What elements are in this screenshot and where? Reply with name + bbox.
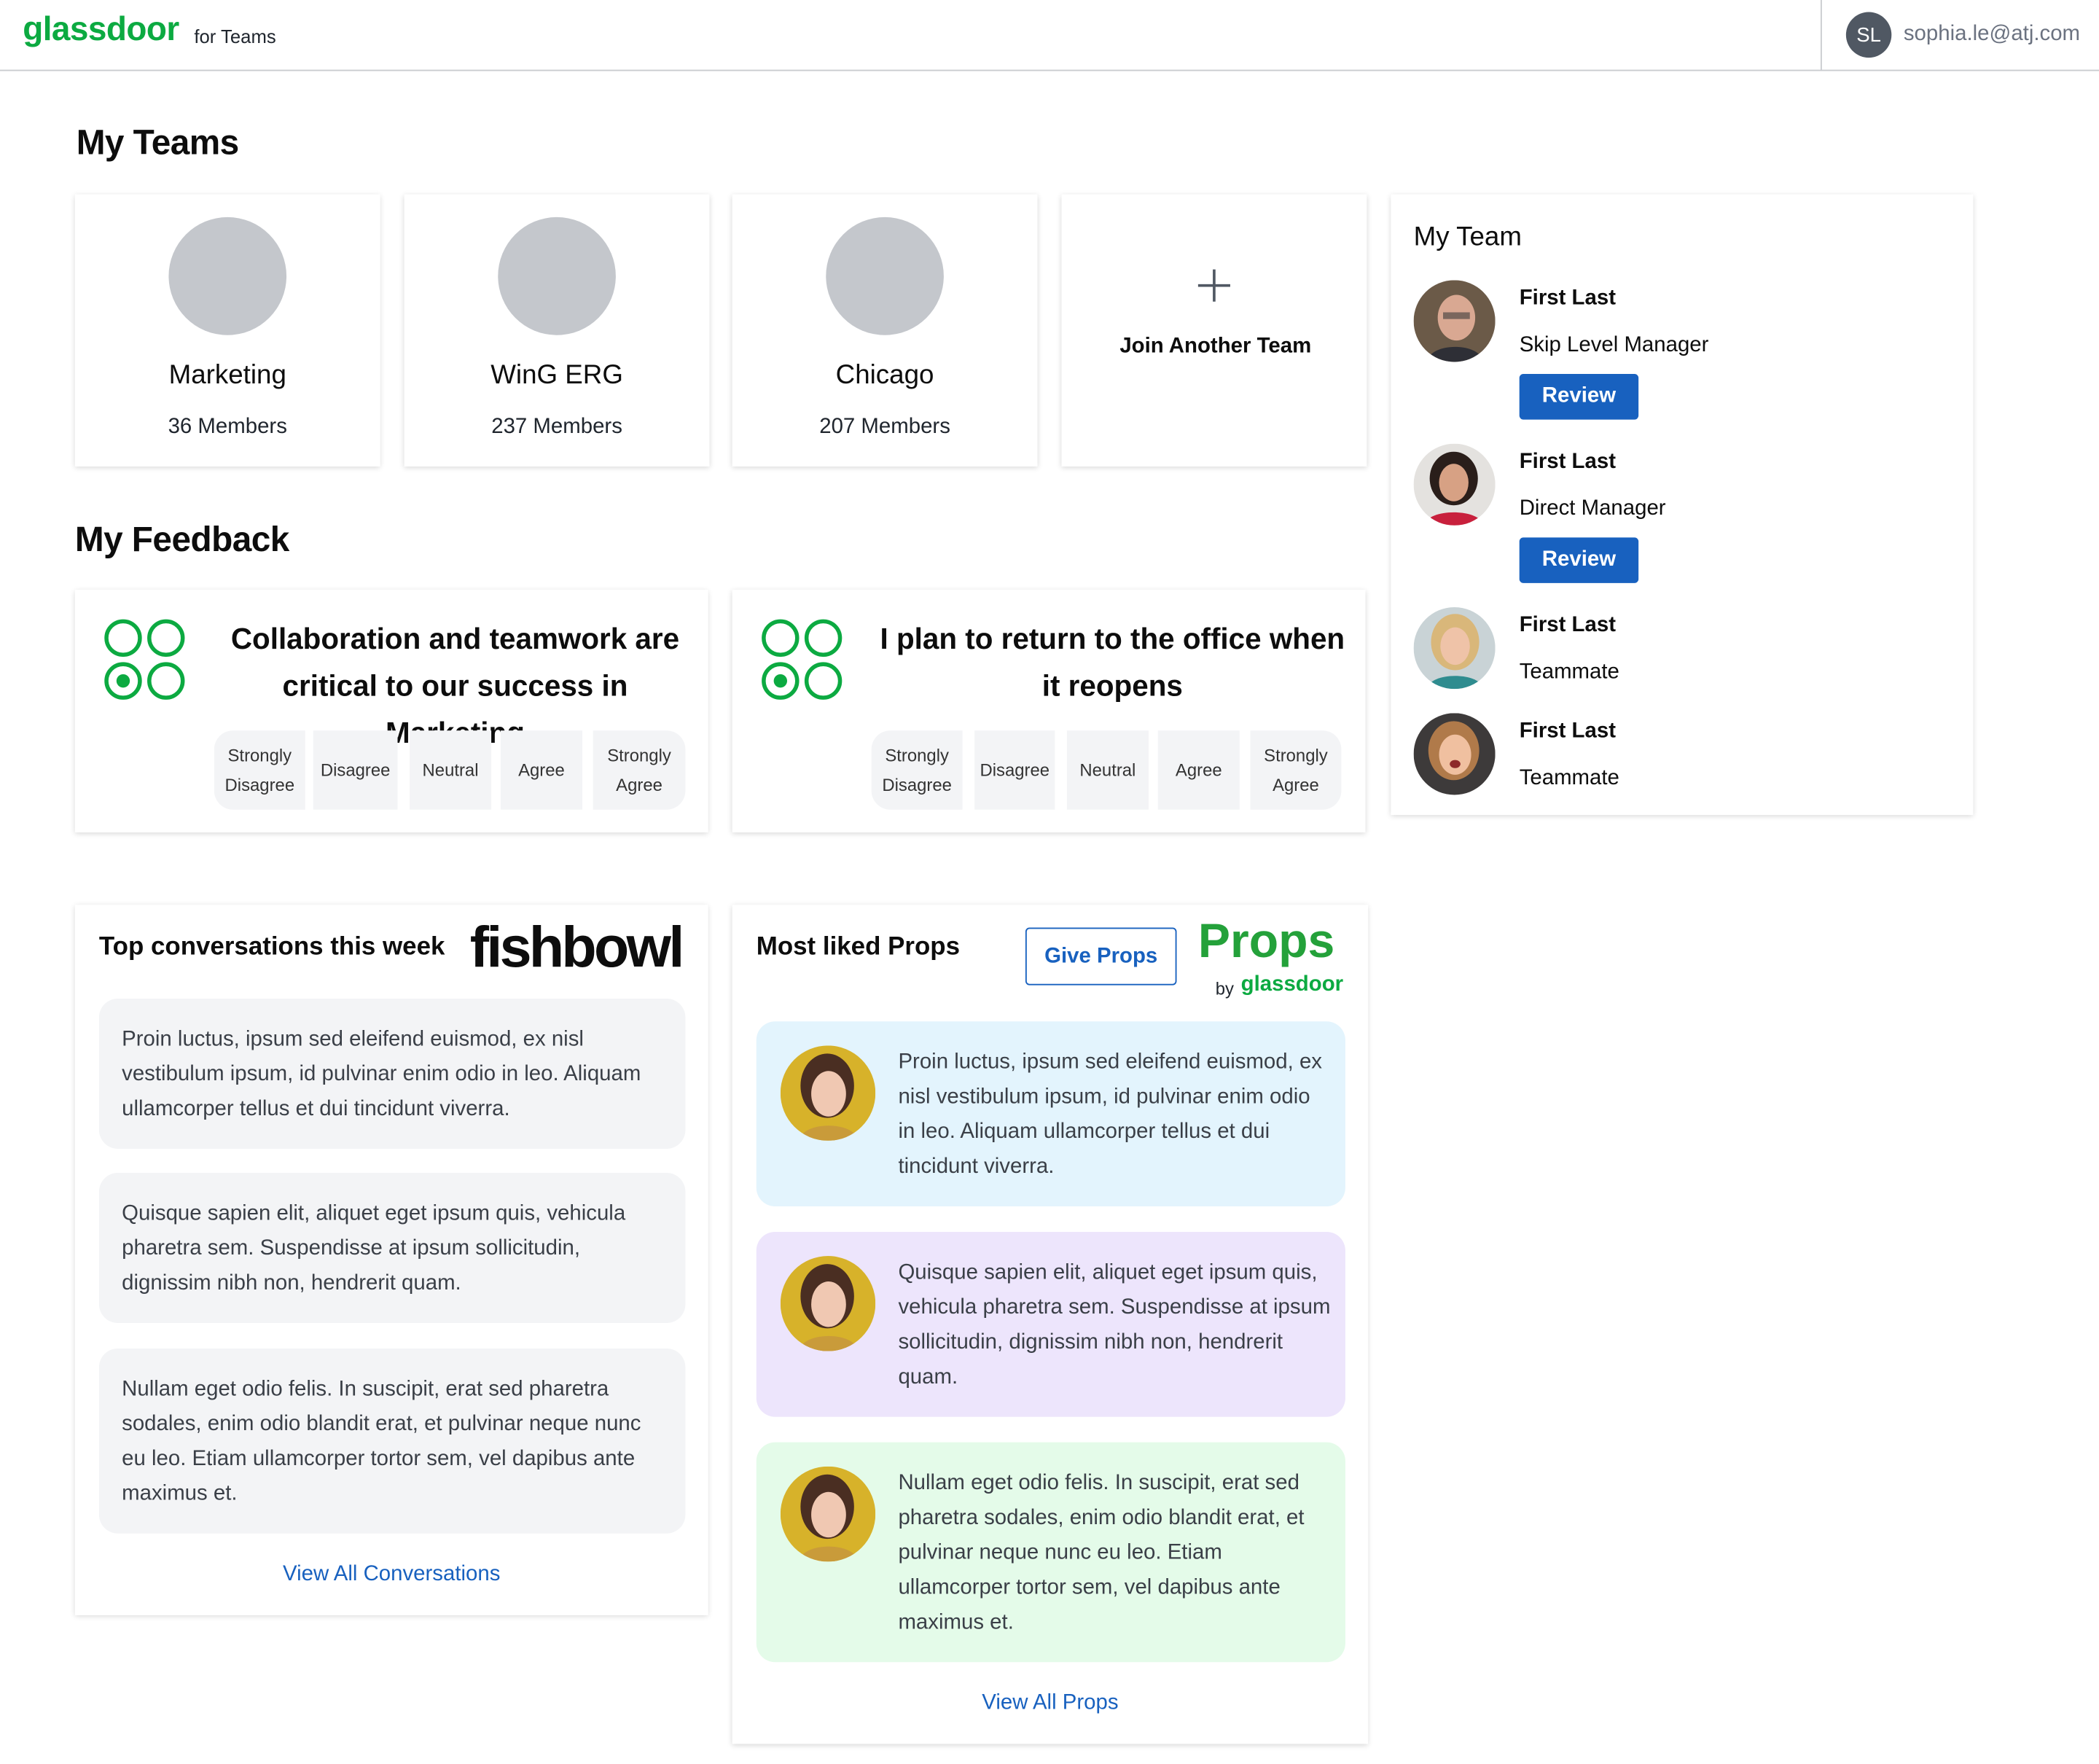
- team-avatar: [826, 216, 944, 335]
- prop-avatar: [780, 1045, 876, 1141]
- team-card-wing-erg[interactable]: WinG ERG 237 Members: [404, 194, 710, 467]
- team-avatar: [168, 216, 287, 335]
- option-neutral[interactable]: Neutral: [1066, 730, 1149, 810]
- team-member-count: 237 Members: [491, 415, 622, 439]
- option-strongly-agree[interactable]: Strongly Agree: [1250, 730, 1342, 810]
- user-email[interactable]: sophia.le@atj.com: [1904, 23, 2080, 47]
- props-glassdoor-label: glassdoor: [1240, 973, 1344, 996]
- review-button[interactable]: Review: [1519, 537, 1639, 583]
- top-bar: glassdoor for Teams SL sophia.le@atj.com: [0, 0, 2099, 71]
- team-avatar: [498, 216, 616, 335]
- prop-text: Quisque sapien elit, aliquet eget ipsum …: [898, 1261, 1331, 1389]
- option-strongly-disagree[interactable]: Strongly Disagree: [214, 730, 305, 810]
- conversation-item[interactable]: Proin luctus, ipsum sed eleifend euismod…: [98, 998, 686, 1149]
- option-strongly-agree[interactable]: Strongly Agree: [593, 730, 686, 810]
- feedback-card: I plan to return to the office when it r…: [732, 590, 1366, 832]
- option-agree[interactable]: Agree: [1157, 730, 1240, 810]
- props-logo: Props: [1197, 913, 1335, 968]
- props-by-label: by: [1215, 978, 1234, 999]
- prop-avatar: [780, 1466, 876, 1562]
- member-name: First Last: [1519, 286, 1616, 310]
- option-agree[interactable]: Agree: [500, 730, 582, 810]
- my-team-panel: My Team First Last Skip Level Manager Re…: [1391, 194, 1974, 816]
- props-title: Most liked Props: [756, 932, 960, 961]
- member-avatar[interactable]: [1413, 713, 1496, 795]
- conversation-item[interactable]: Nullam eget odio felis. In suscipit, era…: [98, 1348, 686, 1534]
- product-label: for Teams: [194, 25, 276, 47]
- plus-icon: [1197, 269, 1230, 302]
- glassdoor-logo[interactable]: glassdoor: [23, 11, 179, 50]
- member-role: Skip Level Manager: [1519, 333, 1709, 357]
- user-avatar[interactable]: SL: [1845, 12, 1892, 58]
- my-teams-title: My Teams: [76, 122, 240, 163]
- feedback-card: Collaboration and teamwork are critical …: [74, 590, 708, 832]
- member-role: Teammate: [1519, 660, 1619, 684]
- conversations-title: Top conversations this week: [98, 932, 445, 961]
- join-team-label: Join Another Team: [1119, 335, 1312, 358]
- prop-item[interactable]: Quisque sapien elit, aliquet eget ipsum …: [756, 1231, 1345, 1417]
- my-feedback-title: My Feedback: [74, 518, 289, 559]
- option-disagree[interactable]: Disagree: [974, 730, 1055, 810]
- option-strongly-disagree[interactable]: Strongly Disagree: [871, 730, 963, 810]
- prop-item[interactable]: Proin luctus, ipsum sed eleifend euismod…: [756, 1021, 1345, 1207]
- member-avatar[interactable]: [1413, 280, 1496, 362]
- option-disagree[interactable]: Disagree: [313, 730, 398, 810]
- conversations-card: Top conversations this week fishbowl Pro…: [74, 905, 708, 1615]
- option-neutral[interactable]: Neutral: [410, 730, 492, 810]
- team-member-count: 36 Members: [168, 415, 287, 439]
- team-card-chicago[interactable]: Chicago 207 Members: [732, 194, 1038, 467]
- view-all-props-link[interactable]: View All Props: [732, 1692, 1368, 1716]
- team-name: Marketing: [168, 360, 286, 391]
- prop-text: Nullam eget odio felis. In suscipit, era…: [898, 1472, 1305, 1634]
- prop-avatar: [780, 1256, 876, 1351]
- member-name: First Last: [1519, 719, 1616, 743]
- team-name: Chicago: [835, 360, 934, 391]
- member-name: First Last: [1519, 450, 1616, 474]
- prop-text: Proin luctus, ipsum sed eleifend euismod…: [898, 1050, 1322, 1179]
- radio-scale-icon: [762, 619, 843, 700]
- member-name: First Last: [1519, 614, 1616, 637]
- props-card: Most liked Props Give Props Props by gla…: [732, 905, 1369, 1744]
- my-team-title: My Team: [1413, 222, 1522, 252]
- header-divider: [1820, 0, 1822, 71]
- member-role: Direct Manager: [1519, 497, 1666, 520]
- member-avatar[interactable]: [1413, 443, 1496, 526]
- prop-item[interactable]: Nullam eget odio felis. In suscipit, era…: [756, 1442, 1345, 1663]
- member-avatar[interactable]: [1413, 607, 1496, 690]
- view-all-conversations-link[interactable]: View All Conversations: [75, 1563, 708, 1587]
- review-button[interactable]: Review: [1519, 374, 1639, 420]
- team-name: WinG ERG: [490, 360, 623, 391]
- team-card-marketing[interactable]: Marketing 36 Members: [74, 194, 380, 467]
- give-props-button[interactable]: Give Props: [1025, 927, 1177, 986]
- radio-scale-icon: [104, 619, 185, 700]
- member-role: Teammate: [1519, 766, 1619, 790]
- conversation-item[interactable]: Quisque sapien elit, aliquet eget ipsum …: [98, 1173, 686, 1324]
- join-team-card[interactable]: Join Another Team: [1061, 194, 1367, 467]
- team-member-count: 207 Members: [819, 415, 950, 439]
- fishbowl-logo[interactable]: fishbowl: [470, 916, 685, 981]
- feedback-question: I plan to return to the office when it r…: [880, 622, 1345, 703]
